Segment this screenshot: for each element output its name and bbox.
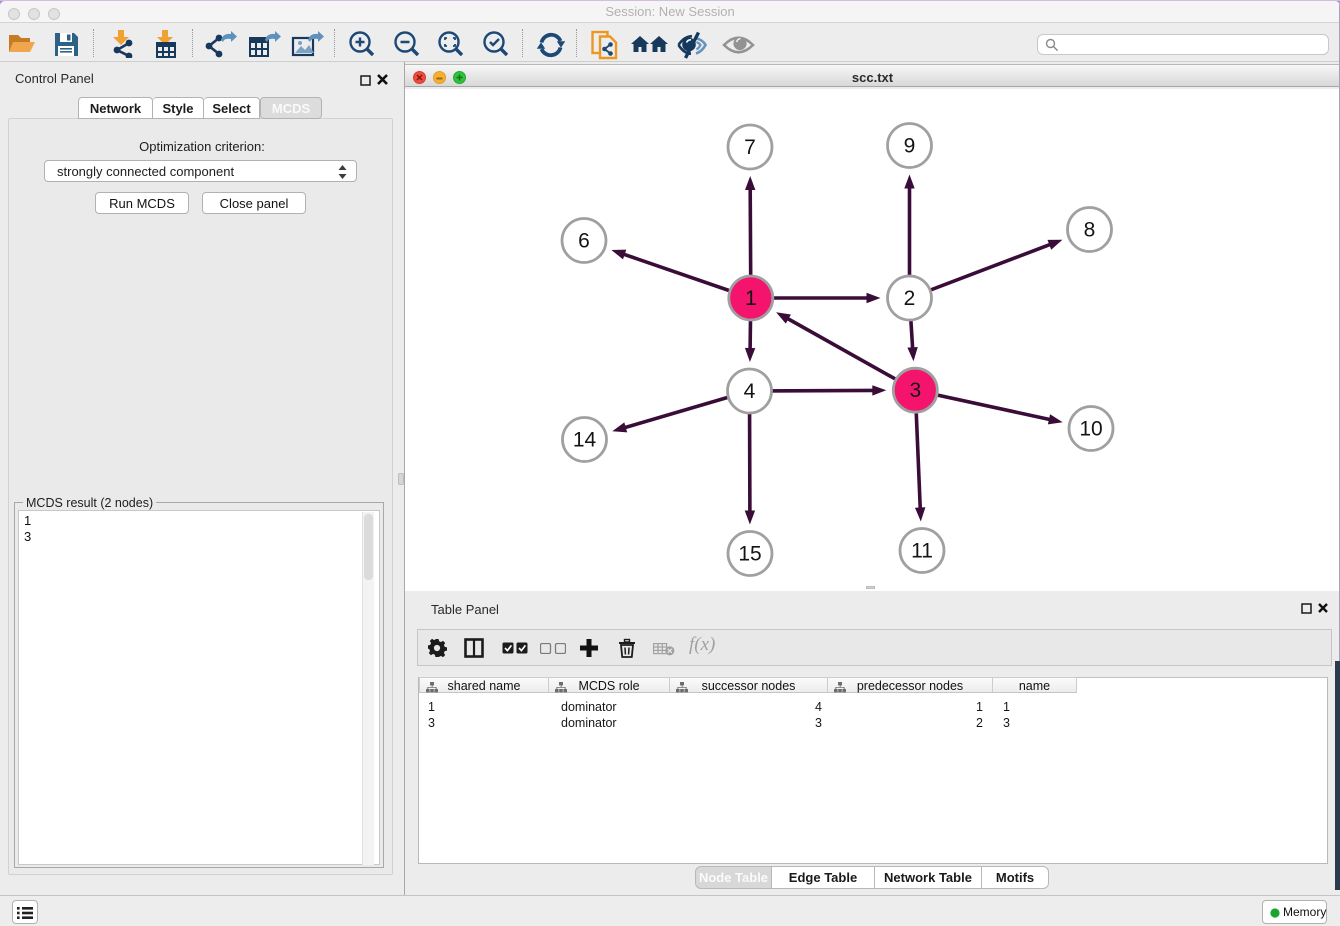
svg-text:3: 3	[909, 379, 921, 402]
svg-text:8: 8	[1084, 219, 1096, 242]
svg-text:7: 7	[744, 136, 756, 159]
svg-text:9: 9	[904, 135, 916, 158]
svg-text:2: 2	[904, 287, 916, 310]
svg-text:6: 6	[578, 230, 590, 253]
svg-text:4: 4	[744, 380, 756, 403]
svg-text:15: 15	[738, 543, 761, 566]
svg-text:1: 1	[745, 287, 757, 310]
svg-text:10: 10	[1079, 418, 1102, 441]
svg-text:11: 11	[911, 540, 933, 563]
svg-text:14: 14	[573, 429, 597, 452]
